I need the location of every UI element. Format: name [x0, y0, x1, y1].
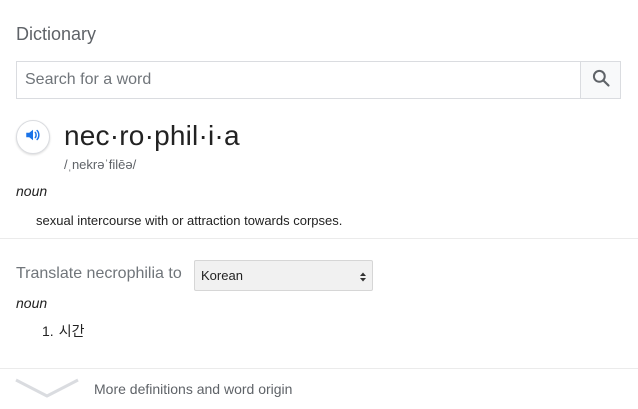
more-definitions-label: More definitions and word origin	[94, 381, 293, 397]
translation-item: 1. 시간	[42, 321, 84, 341]
section-divider	[0, 238, 638, 239]
search-button[interactable]	[580, 62, 620, 98]
definition-text: sexual intercourse with or attraction to…	[36, 213, 343, 228]
search-icon	[591, 68, 611, 93]
card-title: Dictionary	[16, 24, 97, 44]
translation-number: 1.	[42, 323, 54, 339]
select-arrows-icon	[359, 270, 367, 288]
speaker-icon	[24, 126, 42, 149]
search-input[interactable]	[17, 62, 582, 98]
translation-text: 시간	[58, 323, 85, 339]
more-definitions-link[interactable]: More definitions and word origin	[0, 369, 638, 409]
search-box	[16, 61, 621, 99]
chevron-down-icon	[14, 377, 80, 406]
language-select[interactable]: Korean	[194, 260, 373, 291]
translation-part-of-speech: noun	[16, 295, 48, 311]
translate-label: Translate necrophilia to	[16, 265, 182, 282]
pronunciation: /ˌnekrəˈfilēə/	[64, 157, 137, 172]
language-select-value: Korean	[201, 268, 243, 283]
dictionary-card: Dictionary nec·ro·phil·i·a /ˌnekrəˈfilēə…	[0, 0, 638, 409]
pronunciation-audio-button[interactable]	[16, 120, 50, 154]
headword: nec·ro·phil·i·a	[64, 120, 240, 151]
part-of-speech: noun	[16, 183, 48, 199]
